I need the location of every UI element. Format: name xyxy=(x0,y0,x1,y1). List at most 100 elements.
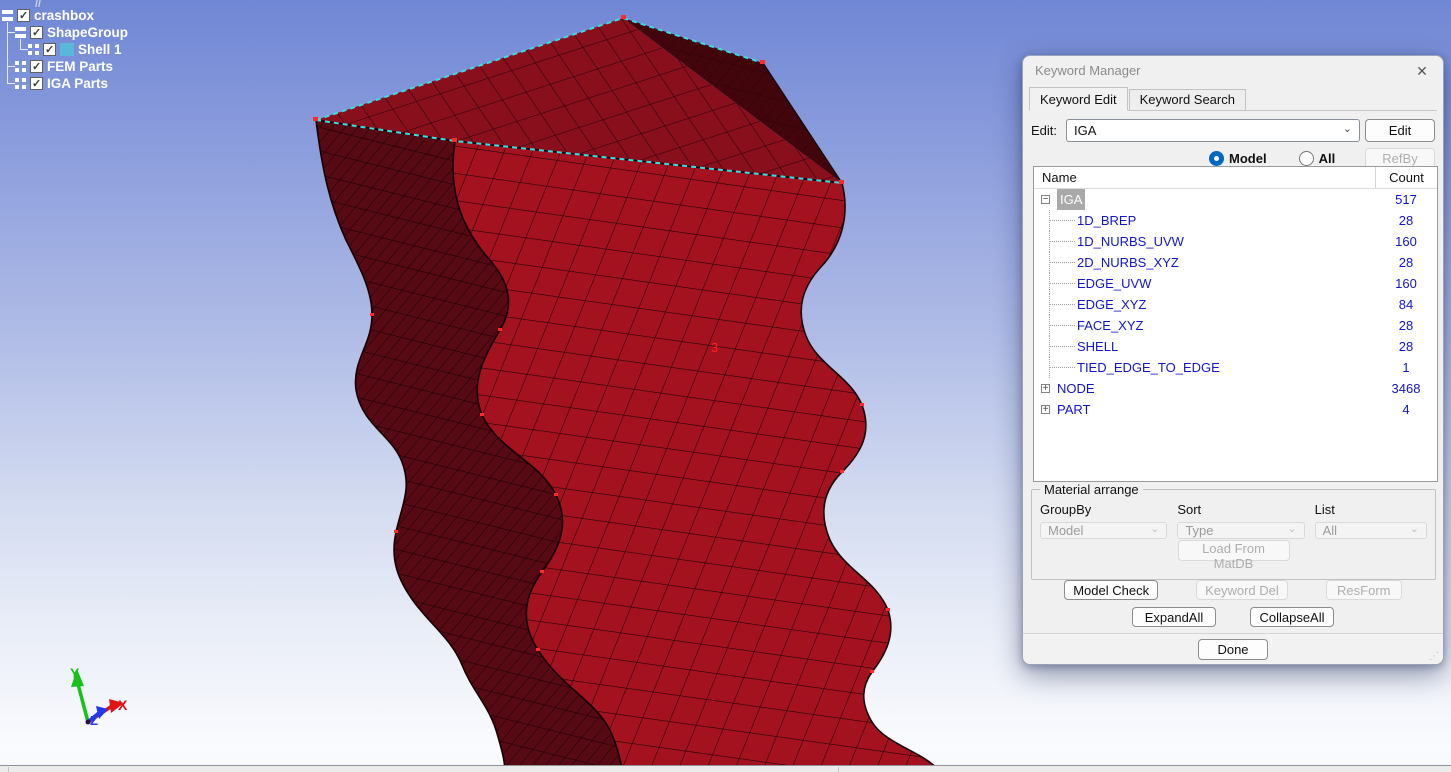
x-axis-label: X xyxy=(118,697,128,713)
expand-icon[interactable]: + xyxy=(1041,405,1050,414)
visibility-checkbox[interactable] xyxy=(30,26,43,39)
dialog-footer: Done ⋰ xyxy=(1023,633,1443,664)
collapse-icon[interactable]: − xyxy=(1041,195,1050,204)
keyword-count: 84 xyxy=(1375,294,1437,315)
sort-value: Type xyxy=(1185,523,1287,538)
tree-connector xyxy=(20,49,28,50)
keyword-row-part[interactable]: + PART 4 xyxy=(1034,399,1437,420)
model-radio[interactable] xyxy=(1209,151,1224,166)
keyword-name: EDGE_UVW xyxy=(1077,273,1151,294)
done-button[interactable]: Done xyxy=(1198,639,1268,660)
keyword-row-shell[interactable]: SHELL28 xyxy=(1034,336,1437,357)
crashbox-model: 3 xyxy=(313,15,940,772)
tree-item-label: Shell 1 xyxy=(78,41,122,58)
resize-grip-icon[interactable]: ⋰ xyxy=(1429,651,1439,662)
keyword-name: TIED_EDGE_TO_EDGE xyxy=(1077,357,1220,378)
keyword-count: 160 xyxy=(1375,273,1437,294)
tree-connector xyxy=(7,83,15,84)
close-icon[interactable]: ✕ xyxy=(1413,62,1431,80)
sort-combobox[interactable]: Type ⌄ xyxy=(1177,522,1304,539)
tab-keyword-search[interactable]: Keyword Search xyxy=(1129,89,1246,110)
chevron-down-icon: ⌄ xyxy=(1343,122,1352,135)
collapse-icon[interactable] xyxy=(15,27,26,38)
keyword-count: 160 xyxy=(1375,231,1437,252)
part-id-label: 3 xyxy=(711,340,718,355)
keyword-row-2d_nurbs_xyz[interactable]: 2D_NURBS_XYZ28 xyxy=(1034,252,1437,273)
column-header-count[interactable]: Count xyxy=(1375,167,1437,188)
collapse-icon[interactable] xyxy=(2,10,13,21)
keyword-table: Name Count −IGA5171D_BREP281D_NURBS_UVW1… xyxy=(1033,166,1438,482)
tree-item-shapegroup[interactable]: ShapeGroup xyxy=(15,24,128,41)
keyword-manager-dialog: Keyword Manager ✕ Keyword Edit Keyword S… xyxy=(1022,55,1444,665)
keyword-table-body: −IGA5171D_BREP 28 1D_NURBS_UVW 1602D_NURBS_… xyxy=(1034,189,1437,420)
keyword-row-node[interactable]: +NODE3468 xyxy=(1034,378,1437,399)
keyword-combobox[interactable]: IGA ⌄ xyxy=(1066,119,1360,142)
status-bar-divider xyxy=(8,767,9,772)
keyword-row-edge_xyz[interactable]: EDGE_XYZ 84 xyxy=(1034,294,1437,315)
expand-icon[interactable]: + xyxy=(1041,384,1050,393)
keyword-count: 517 xyxy=(1375,189,1437,210)
load-from-matdb-button[interactable]: Load From MatDB xyxy=(1178,540,1290,561)
tree-item-fem-parts[interactable]: FEM Parts xyxy=(15,58,113,75)
collapse-all-button[interactable]: CollapseAll xyxy=(1250,607,1334,627)
keyword-row-edge_uvw[interactable]: EDGE_UVW 160 xyxy=(1034,273,1437,294)
visibility-checkbox[interactable] xyxy=(30,77,43,90)
keyword-count: 28 xyxy=(1375,315,1437,336)
groupby-combobox[interactable]: Model ⌄ xyxy=(1040,522,1167,539)
keyword-count: 28 xyxy=(1375,252,1437,273)
chevron-down-icon: ⌄ xyxy=(1287,522,1296,535)
dialog-tabs: Keyword Edit Keyword Search xyxy=(1029,87,1437,111)
keyword-count: 3468 xyxy=(1375,378,1437,399)
keyword-del-button[interactable]: Keyword Del xyxy=(1196,580,1288,600)
keyword-row-1d_brep[interactable]: 1D_BREP 28 xyxy=(1034,210,1437,231)
keyword-name: 1D_NURBS_UVW xyxy=(1077,231,1184,252)
keyword-row-iga[interactable]: −IGA517 xyxy=(1034,189,1437,210)
keyword-count: 28 xyxy=(1375,210,1437,231)
tree-item-label: crashbox xyxy=(34,7,94,24)
expand-icon[interactable] xyxy=(15,78,26,89)
tree-connector xyxy=(7,66,15,67)
tree-item-iga-parts[interactable]: IGA Parts xyxy=(15,75,108,92)
keyword-name: EDGE_XYZ xyxy=(1077,294,1146,315)
keyword-name: 1D_BREP xyxy=(1077,210,1136,231)
keyword-row-1d_nurbs_uvw[interactable]: 1D_NURBS_UVW 160 xyxy=(1034,231,1437,252)
list-label: List xyxy=(1315,502,1427,518)
model-check-button[interactable]: Model Check xyxy=(1064,580,1158,600)
model-radio-label: Model xyxy=(1229,151,1267,166)
keyword-count: 4 xyxy=(1375,399,1437,420)
dialog-title: Keyword Manager xyxy=(1023,56,1443,86)
list-combobox[interactable]: All ⌄ xyxy=(1315,522,1427,539)
edit-button[interactable]: Edit xyxy=(1365,119,1435,142)
groupby-value: Model xyxy=(1048,523,1150,538)
resform-button[interactable]: ResForm xyxy=(1326,580,1402,600)
visibility-checkbox[interactable] xyxy=(17,9,30,22)
status-bar xyxy=(0,765,1451,772)
chevron-down-icon: ⌄ xyxy=(1150,522,1159,535)
sort-label: Sort xyxy=(1177,502,1304,518)
material-arrange-title: Material arrange xyxy=(1040,482,1143,497)
keyword-row-tied_edge_to_edge[interactable]: TIED_EDGE_TO_EDGE1 xyxy=(1034,357,1437,378)
model-tree: crashboxShapeGroupShell 1FEM PartsIGA Pa… xyxy=(0,0,260,100)
all-radio[interactable] xyxy=(1299,151,1314,166)
keyword-count: 28 xyxy=(1375,336,1437,357)
expand-icon[interactable] xyxy=(15,61,26,72)
tree-connector xyxy=(7,32,15,33)
keyword-name: FACE_XYZ xyxy=(1077,315,1143,336)
part-color-swatch xyxy=(60,43,74,56)
tab-keyword-edit[interactable]: Keyword Edit xyxy=(1029,87,1128,111)
keyword-row-face_xyz[interactable]: FACE_XYZ 28 xyxy=(1034,315,1437,336)
material-arrange-group: Material arrange GroupBy Model ⌄ Sort Ty… xyxy=(1031,489,1436,580)
tree-item-crashbox[interactable]: crashbox xyxy=(2,7,94,24)
visibility-checkbox[interactable] xyxy=(43,43,56,56)
chevron-down-icon: ⌄ xyxy=(1410,522,1419,535)
expand-icon[interactable] xyxy=(28,44,39,55)
visibility-checkbox[interactable] xyxy=(30,60,43,73)
tree-item-shell-1[interactable]: Shell 1 xyxy=(28,41,122,58)
groupby-label: GroupBy xyxy=(1040,502,1167,518)
expand-all-button[interactable]: ExpandAll xyxy=(1132,607,1216,627)
application-window: 3 Y X Z // crashboxShapeGroupShell 1FEM … xyxy=(0,0,1451,772)
keyword-name: PART xyxy=(1057,399,1090,420)
y-axis-label: Y xyxy=(70,665,80,681)
column-header-name[interactable]: Name xyxy=(1034,167,1375,188)
list-value: All xyxy=(1323,523,1410,538)
